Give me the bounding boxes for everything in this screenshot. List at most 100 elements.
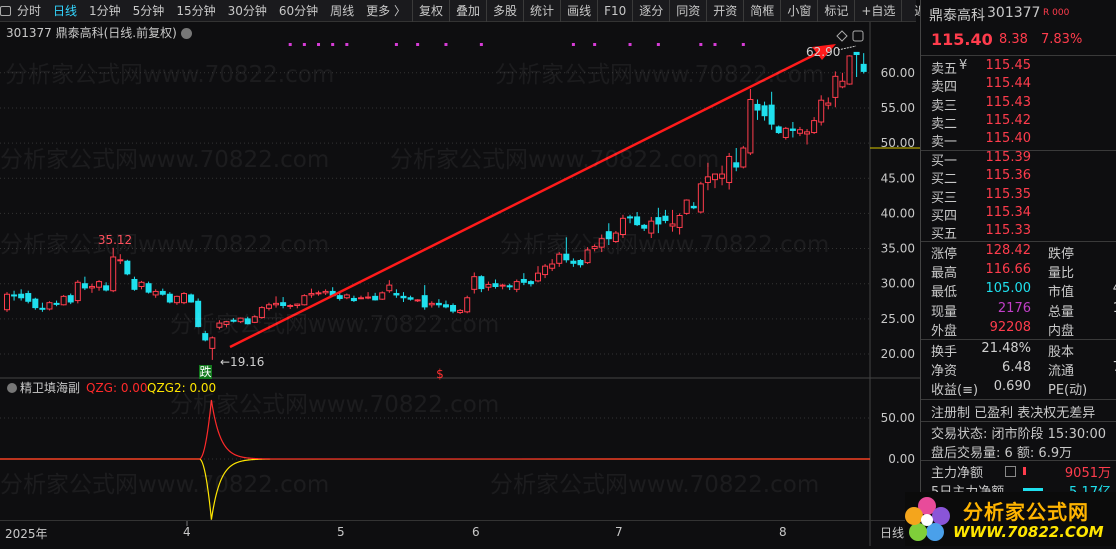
candle-body: [188, 294, 195, 303]
candle-body: [719, 173, 726, 179]
candle-body: [4, 293, 10, 311]
candle-body: [584, 249, 591, 264]
row-value: 115.45: [985, 58, 1032, 73]
stock-code: 301377: [987, 5, 1041, 21]
price-tick-label: 25.00: [881, 312, 915, 326]
ask-row: 卖一 115.40: [931, 131, 1111, 150]
candle-body: [273, 302, 280, 306]
indicator-name: 精卫填海副: [20, 380, 80, 395]
row-label-2: 市值: [1048, 285, 1075, 301]
candle-body: [697, 183, 704, 213]
candle-body: [53, 302, 60, 305]
candle-body: [336, 295, 343, 299]
row-label: 卖三: [931, 98, 958, 114]
candle-body: [598, 238, 605, 248]
signal-dot: [713, 43, 717, 46]
candle-body: [18, 293, 25, 299]
flower-logo-icon: [905, 497, 950, 541]
candle-body: [400, 295, 407, 299]
candle-body: [499, 284, 506, 287]
candle-body: [811, 120, 818, 134]
row-value: 115.44: [985, 76, 1032, 92]
diamond-icon[interactable]: [836, 30, 848, 42]
candle-body: [67, 295, 74, 303]
candle-body: [230, 319, 237, 322]
signal-dot: [416, 43, 420, 46]
candle-body: [796, 129, 803, 134]
row-value: 115.35: [985, 186, 1032, 202]
candle-body: [740, 147, 747, 168]
row-label: 外盘: [931, 323, 958, 339]
bid-row: 买二 115.36: [931, 168, 1111, 188]
candle-body: [648, 220, 655, 234]
period-label[interactable]: 日线: [880, 524, 904, 541]
low-price-label: ←19.16: [220, 355, 264, 369]
logo-url: WWW.70822.COM: [953, 523, 1104, 541]
qzg2-line: [0, 458, 871, 520]
row-label: 净资: [931, 364, 958, 380]
trading-status: 交易状态: 闭市阶段 15:30:00: [931, 427, 1107, 442]
row-label: 收益(≡): [931, 383, 979, 399]
divider: [921, 399, 1116, 400]
candle-body: [747, 99, 754, 154]
candle-body: [117, 259, 124, 262]
candle-body: [464, 297, 471, 313]
candle-body: [280, 302, 287, 306]
signal-dot: [656, 43, 660, 46]
menu-icon[interactable]: [1005, 466, 1016, 477]
panel-icon[interactable]: [852, 30, 864, 42]
candle-body: [846, 55, 853, 85]
row-label: 买三: [931, 190, 958, 206]
candle-body: [124, 260, 131, 275]
candle-body: [733, 162, 740, 168]
row-label-2: 量比: [1048, 266, 1075, 282]
candle-body: [88, 286, 95, 289]
top-pointer: [837, 45, 857, 51]
row-label: 卖二: [931, 116, 958, 132]
stat-row: 涨停 128.42 跌停: [931, 243, 1111, 262]
candle-body: [315, 292, 322, 295]
bid-row: 买四 115.34: [931, 205, 1111, 224]
last-price: 115.40: [931, 30, 993, 49]
price-tick-label: 35.00: [881, 242, 915, 256]
stat-row: 外盘 92208 内盘: [931, 320, 1111, 339]
candle-body: [506, 285, 513, 288]
row-value: 115.39: [985, 150, 1032, 165]
candle-body: [46, 302, 53, 310]
candle-body: [662, 215, 669, 221]
candle-body: [265, 304, 272, 309]
candle-body: [81, 283, 88, 289]
candle-body: [103, 285, 110, 291]
die-badge: 跌: [199, 364, 211, 379]
logo-text: 分析家公式网: [963, 500, 1089, 524]
s-marker: $: [436, 367, 444, 381]
candle-body: [754, 103, 761, 111]
divider: [921, 421, 1116, 422]
chevron-down-icon[interactable]: [7, 383, 17, 393]
bid-row: 买一 115.39: [931, 150, 1111, 169]
candle-body: [775, 126, 782, 134]
candle-body: [825, 102, 832, 106]
divider: [921, 339, 1116, 340]
candle-body: [428, 302, 435, 306]
row-value: 21.48%: [981, 341, 1031, 356]
trend-line: [229, 50, 821, 349]
candle-body: [450, 304, 457, 312]
candle-body: [485, 283, 492, 288]
row-label: 涨停: [931, 247, 958, 262]
candle-body: [181, 293, 187, 304]
stat-row: 现量2176总量1: [931, 300, 1116, 320]
kline-chart[interactable]: 60.0055.0050.0045.0040.0035.0030.0025.00…: [0, 0, 920, 546]
candle-body: [591, 245, 598, 250]
candle-body: [556, 253, 563, 264]
month-label: 7: [615, 525, 623, 539]
row-value: 2176: [997, 300, 1031, 316]
candle-body: [60, 295, 67, 306]
candle-body: [612, 232, 619, 243]
row-label: 买二: [931, 172, 958, 188]
candle-body: [202, 333, 209, 341]
candle-body: [570, 260, 577, 264]
candle-body: [25, 293, 32, 302]
candle-body: [457, 309, 464, 314]
candle-body: [627, 216, 634, 219]
